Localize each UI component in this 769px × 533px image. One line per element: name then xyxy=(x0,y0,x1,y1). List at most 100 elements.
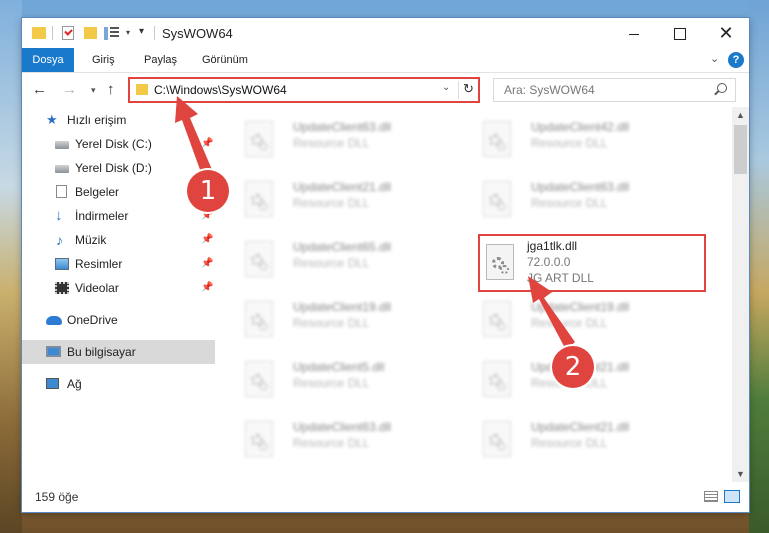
sidebar-item-onedrive[interactable]: OneDrive xyxy=(22,308,215,332)
file-name: UpdateClient63.dll xyxy=(531,180,630,194)
dll-file-icon xyxy=(245,181,273,217)
file-item[interactable]: UpdateClient21.dll Resource DLL xyxy=(243,177,473,231)
sidebar-item-videos[interactable]: Videolar 📌 xyxy=(22,276,215,300)
forward-arrow-icon[interactable]: → xyxy=(62,81,77,98)
recent-locations-chevron-icon[interactable]: ▾ xyxy=(91,85,96,96)
dll-file-icon xyxy=(245,361,273,397)
file-item[interactable]: UpdateClient42.dll Resource DLL xyxy=(481,117,711,171)
folder-icon xyxy=(136,84,148,95)
file-name: jga1tlk.dll xyxy=(527,239,578,253)
file-description: JG ART DLL xyxy=(527,271,594,285)
search-icon[interactable] xyxy=(717,83,727,93)
file-item[interactable]: UpdateClient21.dll Resource DLL xyxy=(481,357,711,411)
file-item[interactable]: UpdateClient63.dll Resource DLL xyxy=(481,177,711,231)
file-item[interactable]: UpdateClient63.dll Resource DLL xyxy=(243,417,473,471)
navigation-bar: ← → ▾ ↑ C:\Windows\SysWOW64 ⌄ ↻ Ara: Sys… xyxy=(22,73,749,107)
documents-icon xyxy=(56,185,67,198)
file-description: Resource DLL xyxy=(531,436,608,450)
address-bar[interactable]: C:\Windows\SysWOW64 ⌄ ↻ xyxy=(128,77,480,103)
sidebar-item-network[interactable]: Ağ xyxy=(22,372,215,396)
sidebar-item-pictures[interactable]: Resimler 📌 xyxy=(22,252,215,276)
file-description: Resource DLL xyxy=(531,316,608,330)
file-name: UpdateClient21.dll xyxy=(531,420,630,434)
disk-icon xyxy=(55,141,69,149)
scroll-down-arrow-icon[interactable]: ▼ xyxy=(736,469,745,479)
address-path[interactable]: C:\Windows\SysWOW64 xyxy=(154,83,287,97)
file-version: 72.0.0.0 xyxy=(527,255,571,269)
title-divider xyxy=(154,26,155,40)
help-icon[interactable]: ? xyxy=(728,52,744,68)
tab-view[interactable]: Görünüm xyxy=(200,48,250,72)
vertical-scrollbar[interactable]: ▲ ▼ xyxy=(732,107,749,482)
scroll-up-arrow-icon[interactable]: ▲ xyxy=(736,110,745,120)
properties-check-icon[interactable] xyxy=(62,26,74,40)
file-item[interactable]: UpdateClient65.dll Resource DLL xyxy=(243,237,473,291)
new-folder-icon[interactable] xyxy=(84,27,97,39)
refresh-icon[interactable]: ↻ xyxy=(463,81,474,97)
expand-ribbon-icon[interactable]: ⌄ xyxy=(710,52,719,65)
file-item[interactable]: UpdateClient19.dll Resource DLL xyxy=(243,297,473,351)
sidebar-item-this-pc[interactable]: Bu bilgisayar xyxy=(22,340,215,364)
dll-file-icon xyxy=(245,241,273,277)
back-arrow-icon[interactable]: ← xyxy=(32,81,47,98)
details-view-icon[interactable] xyxy=(704,491,718,502)
dll-file-icon xyxy=(245,121,273,157)
chevron-down-icon[interactable]: ▾ xyxy=(126,28,130,44)
close-button[interactable]: ✕ xyxy=(703,18,749,48)
pin-icon[interactable]: 📌 xyxy=(201,276,213,300)
large-icons-view-icon[interactable] xyxy=(724,490,740,503)
file-name: UpdateClient5.dll xyxy=(293,360,385,374)
navigation-pane: ★ Hızlı erişim Yerel Disk (C:) 📌 Yerel D… xyxy=(22,107,215,482)
customize-toolbar-icon[interactable]: ▾ xyxy=(139,26,144,42)
title-bar: ▾ ▾ SysWOW64 ✕ xyxy=(22,18,749,48)
star-icon: ★ xyxy=(46,112,58,127)
sidebar-item-label: Yerel Disk (C:) xyxy=(75,137,152,151)
sidebar-item-label: Müzik xyxy=(75,233,107,247)
pin-icon[interactable]: 📌 xyxy=(201,228,213,252)
pin-icon[interactable]: 📌 xyxy=(201,252,213,276)
file-item[interactable]: UpdateClient21.dll Resource DLL xyxy=(481,417,711,471)
cloud-icon xyxy=(46,316,62,325)
file-explorer-window: ▾ ▾ SysWOW64 ✕ Dosya Giriş Paylaş Görünü… xyxy=(22,18,749,512)
file-description: Resource DLL xyxy=(293,196,370,210)
file-description: Resource DLL xyxy=(293,376,370,390)
file-item[interactable]: UpdateClient19.dll Resource DLL xyxy=(481,297,711,351)
file-item[interactable]: UpdateClient5.dll Resource DLL xyxy=(243,357,473,411)
sidebar-item-quick-access[interactable]: ★ Hızlı erişim xyxy=(22,108,215,132)
search-placeholder: Ara: SysWOW64 xyxy=(504,83,595,97)
sidebar-item-local-disk-c[interactable]: Yerel Disk (C:) 📌 xyxy=(22,132,215,156)
scroll-thumb[interactable] xyxy=(734,125,747,174)
file-name: UpdateClient63.dll xyxy=(293,120,392,134)
sidebar-item-label: Yerel Disk (D:) xyxy=(75,161,152,175)
network-icon xyxy=(46,378,59,389)
tab-share[interactable]: Paylaş xyxy=(142,48,179,72)
pin-icon[interactable]: 📌 xyxy=(201,132,213,156)
sidebar-item-label: Bu bilgisayar xyxy=(67,345,136,359)
status-bar: 159 öğe xyxy=(22,482,749,512)
minimize-button[interactable] xyxy=(611,18,657,48)
step-1-badge: 1 xyxy=(187,170,229,212)
file-name: UpdateClient19.dll xyxy=(531,300,630,314)
file-name: UpdateClient65.dll xyxy=(293,240,392,254)
dll-file-icon xyxy=(483,421,511,457)
tab-home[interactable]: Giriş xyxy=(90,48,117,72)
sidebar-item-downloads[interactable]: ↓ İndirmeler 📌 xyxy=(22,204,215,228)
dll-file-icon xyxy=(483,301,511,337)
toolbar-divider xyxy=(52,26,53,40)
sidebar-item-music[interactable]: ♪ Müzik 📌 xyxy=(22,228,215,252)
sidebar-item-label: İndirmeler xyxy=(75,209,129,223)
up-arrow-icon[interactable]: ↑ xyxy=(107,81,115,98)
search-input[interactable]: Ara: SysWOW64 xyxy=(493,78,736,102)
file-name: UpdateClient21.dll xyxy=(293,180,392,194)
address-history-chevron-icon[interactable]: ⌄ xyxy=(442,82,450,93)
file-description: Resource DLL xyxy=(293,316,370,330)
file-name: UpdateClient63.dll xyxy=(293,420,392,434)
tab-file[interactable]: Dosya xyxy=(22,48,74,72)
sidebar-item-local-disk-d[interactable]: Yerel Disk (D:) xyxy=(22,156,215,180)
file-item-jga1tlk[interactable]: jga1tlk.dll 72.0.0.0 JG ART DLL xyxy=(478,234,706,292)
file-item[interactable]: UpdateClient63.dll Resource DLL xyxy=(243,117,473,171)
dll-file-icon xyxy=(483,181,511,217)
maximize-button[interactable] xyxy=(657,18,703,48)
file-description: Resource DLL xyxy=(531,136,608,150)
quick-access-properties-icon[interactable] xyxy=(104,27,120,40)
